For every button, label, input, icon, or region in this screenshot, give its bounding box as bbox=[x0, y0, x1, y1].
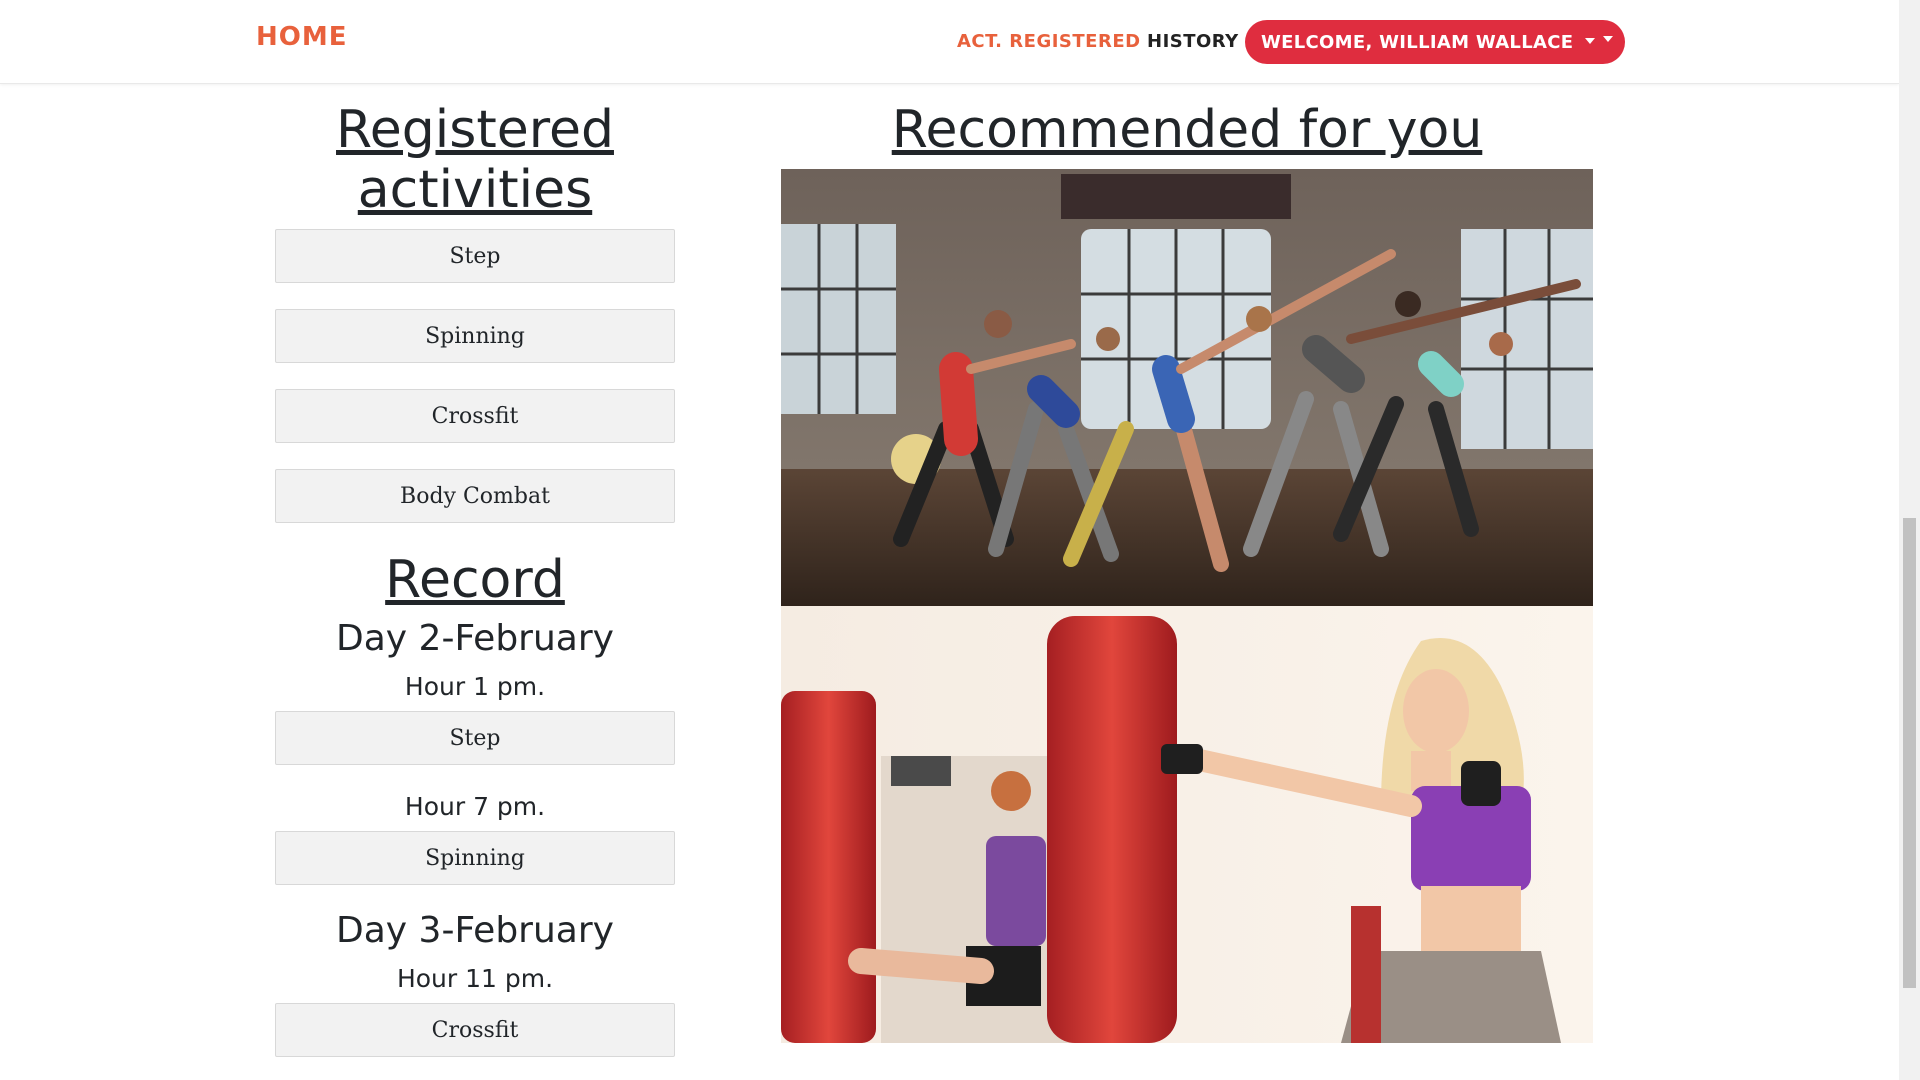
registered-title-line2: activities bbox=[357, 160, 593, 220]
user-menu-label: WELCOME, WILLIAM WALLACE bbox=[1261, 31, 1574, 53]
dropdown-toggle-icon[interactable] bbox=[1603, 36, 1613, 42]
registered-title: Registered activities bbox=[240, 100, 710, 220]
record-hour: Hour 11 pm. bbox=[396, 964, 554, 993]
nav-history[interactable]: HISTORY bbox=[1147, 31, 1239, 52]
record-activity-button[interactable]: Spinning bbox=[275, 831, 675, 885]
user-menu-button[interactable]: WELCOME, WILLIAM WALLACE bbox=[1245, 20, 1625, 64]
recommended-image-boxing[interactable] bbox=[781, 606, 1593, 1043]
activity-button-spinning[interactable]: Spinning bbox=[275, 309, 675, 363]
scrollbar-thumb[interactable] bbox=[1903, 518, 1916, 988]
record-activity-button[interactable]: Crossfit bbox=[275, 1003, 675, 1057]
nav-activities-registered[interactable]: ACT. REGISTERED bbox=[957, 31, 1141, 52]
record-activity-button[interactable]: Step bbox=[275, 711, 675, 765]
home-link[interactable]: HOME bbox=[256, 22, 348, 52]
activity-button-step[interactable]: Step bbox=[275, 229, 675, 283]
record-day-title: Day 3-February bbox=[336, 910, 614, 951]
activity-button-crossfit[interactable]: Crossfit bbox=[275, 389, 675, 443]
caret-down-icon bbox=[1585, 38, 1595, 44]
activity-button-body-combat[interactable]: Body Combat bbox=[275, 469, 675, 523]
top-navbar: HOME ACT. REGISTERED HISTORY WELCOME, WI… bbox=[0, 0, 1899, 84]
record-hour: Hour 1 pm. bbox=[404, 672, 546, 701]
record-day-title: Day 2-February bbox=[336, 618, 614, 659]
record-title: Record bbox=[385, 550, 565, 610]
registered-title-line1: Registered bbox=[336, 100, 614, 160]
record-hour: Hour 7 pm. bbox=[404, 792, 546, 821]
recommended-image-group-stretch[interactable] bbox=[781, 169, 1593, 606]
recommended-title: Recommended for you bbox=[891, 100, 1483, 160]
page-scrollbar[interactable] bbox=[1899, 0, 1920, 1080]
